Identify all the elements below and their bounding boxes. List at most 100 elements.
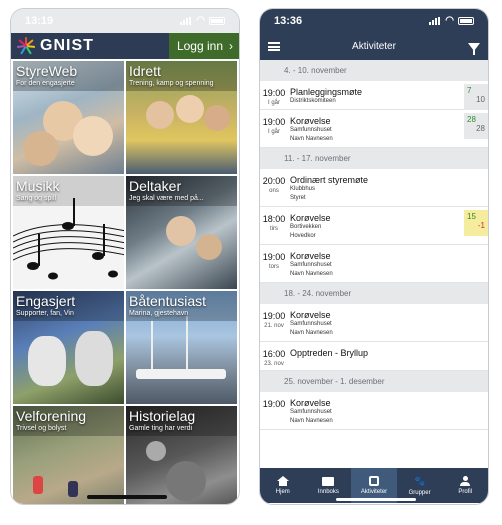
- tile-title: Historielag: [129, 408, 196, 424]
- activity-row[interactable]: 18:00 tirs Korøvelse Bortivekken Hovedkor 15-…: [260, 207, 488, 245]
- tile-title: Idrett: [129, 63, 161, 79]
- activity-detail: Samfunnshuset: [290, 409, 332, 415]
- activity-day: I går: [267, 129, 280, 135]
- tile-subtitle: Supporter, fan, Vin: [16, 310, 74, 317]
- signal-icon: [180, 17, 192, 25]
- tile-subtitle: Marina, gjestehavn: [129, 310, 189, 317]
- tile-title: StyreWeb: [16, 63, 78, 79]
- tile-title: Velforening: [16, 408, 87, 424]
- app-header: GNIST Logg inn ›: [11, 33, 239, 59]
- tab-label: Hjem: [275, 489, 290, 495]
- attendance-badge: 15 -1: [464, 210, 488, 236]
- tile-musikk[interactable]: Musikk Sang og spill: [13, 176, 124, 289]
- activity-day: I går: [267, 100, 280, 106]
- chevron-right-icon: ›: [229, 39, 233, 53]
- brand-name: GNIST: [40, 37, 94, 54]
- activity-body: Korøvelse Bortivekken Hovedkor: [288, 211, 488, 241]
- tile-subtitle: Trivsel og bolyst: [16, 425, 67, 432]
- tab-label: Profil: [458, 489, 472, 495]
- activity-detail: Styret: [290, 195, 306, 201]
- tile-velforening[interactable]: Velforening Trivsel og bolyst: [13, 406, 124, 504]
- activity-detail: Samfunnshuset: [290, 262, 332, 268]
- tile-styreweb[interactable]: StyreWeb For den engasjerte: [13, 61, 124, 174]
- activity-detail: Distriktskomiteen: [290, 98, 336, 104]
- activity-row[interactable]: 16:00 23. nov Opptreden - Bryllup: [260, 342, 488, 371]
- activity-time: 19:00 tors: [260, 249, 288, 279]
- time-value: 20:00: [262, 176, 286, 186]
- activity-detail: Samfunnshuset: [290, 127, 332, 133]
- activity-detail: Navn Navnesen: [290, 271, 333, 277]
- time-value: 19:00: [262, 117, 286, 127]
- activity-name: Opptreden - Bryllup: [290, 348, 369, 358]
- activity-list: 4. - 10. november 19:00 I går Planleggingsm…: [260, 60, 488, 468]
- activity-row[interactable]: 19:00 I går Korøvelse Samfunnshuset Navn Nav…: [260, 110, 488, 148]
- tile-title: Deltaker: [129, 178, 182, 194]
- filter-icon[interactable]: [468, 42, 480, 55]
- activity-row[interactable]: 20:00 ons Ordinært styremøte Klubbhus Styret: [260, 169, 488, 207]
- tab-label: Aktiviteter: [360, 489, 388, 495]
- activity-detail: Navn Navnesen: [290, 330, 333, 336]
- tab-hjem[interactable]: Hjem: [260, 468, 306, 503]
- activity-day: ons: [269, 188, 279, 194]
- activity-day: tirs: [270, 226, 278, 232]
- status-icons: ◠: [429, 16, 474, 26]
- music-notes-image: [13, 198, 124, 280]
- activity-row[interactable]: 19:00 I går Planleggingsmøte Distriktskomit…: [260, 81, 488, 110]
- activity-body: Ordinært styremøte Klubbhus Styret: [288, 173, 488, 203]
- paw-icon: 🐾: [413, 475, 426, 486]
- activity-day: 23. nov: [264, 361, 284, 367]
- home-icon: [276, 476, 289, 486]
- activity-name: Korøvelse: [290, 213, 331, 223]
- tile-batentusiast[interactable]: Båtentusiast Marina, gjestehavn: [126, 291, 237, 404]
- tile-title: Engasjert: [16, 293, 76, 309]
- activity-row[interactable]: 19:00 tors Korøvelse Samfunnshuset Navn Navn…: [260, 245, 488, 283]
- time-value: 19:00: [262, 399, 286, 409]
- gnist-logo: GNIST: [11, 37, 94, 55]
- home-indicator: [336, 498, 416, 501]
- activity-time: 19:00: [260, 396, 288, 426]
- activity-time: 18:00 tirs: [260, 211, 288, 241]
- tab-label: Innboks: [317, 488, 339, 495]
- star-logo-icon: [17, 37, 35, 55]
- tile-subtitle: For den engasjerte: [16, 80, 75, 87]
- tile-subtitle: Gamle ting har verdi: [129, 425, 193, 432]
- status-bar: 13:19 ◠: [11, 9, 239, 33]
- hamburger-menu-icon[interactable]: [268, 42, 280, 51]
- activity-body: Planleggingsmøte Distriktskomiteen: [288, 85, 488, 106]
- attendance-total: 10: [476, 95, 485, 104]
- nav-bar: Aktiviteter: [260, 33, 488, 60]
- activity-name: Ordinært styremøte: [290, 175, 369, 185]
- activity-name: Korøvelse: [290, 398, 331, 408]
- tile-engasjert[interactable]: Engasjert Supporter, fan, Vin: [13, 291, 124, 404]
- time-value: 18:00: [262, 214, 286, 224]
- tile-idrett[interactable]: Idrett Trening, kamp og spenning: [126, 61, 237, 174]
- activity-body: Opptreden - Bryllup: [288, 346, 488, 367]
- attendance-badge: 28 28: [464, 113, 488, 139]
- login-button[interactable]: Logg inn ›: [168, 33, 239, 59]
- category-grid: StyreWeb For den engasjerte Idrett Treni…: [11, 59, 239, 504]
- activity-time: 20:00 ons: [260, 173, 288, 203]
- tile-historielag[interactable]: Historielag Gamle ting har verdi: [126, 406, 237, 504]
- mail-icon: [322, 476, 335, 486]
- activity-name: Korøvelse: [290, 251, 331, 261]
- tile-deltaker[interactable]: Deltaker Jeg skal være med på...: [126, 176, 237, 289]
- activity-detail: Klubbhus: [290, 186, 316, 192]
- tab-profil[interactable]: Profil: [442, 468, 488, 503]
- signal-icon: [429, 17, 441, 25]
- login-label: Logg inn: [176, 39, 223, 53]
- week-header: 11. - 17. november: [260, 148, 488, 169]
- status-icons: ◠: [180, 16, 225, 26]
- activity-detail: Bortivekken: [290, 224, 322, 230]
- activity-name: Korøvelse: [290, 310, 331, 320]
- time-value: 16:00: [262, 349, 286, 359]
- activity-name: Planleggingsmøte: [290, 87, 363, 97]
- attendance-count: 15: [467, 212, 476, 221]
- activity-row[interactable]: 19:00 21. nov Korøvelse Samfunnshuset Navn N…: [260, 304, 488, 342]
- wifi-icon: ◠: [196, 15, 205, 26]
- tile-title: Musikk: [16, 178, 60, 194]
- activity-day: 21. nov: [264, 323, 284, 329]
- attendance-badge: 7 10: [464, 84, 488, 110]
- activity-row[interactable]: 19:00 Korøvelse Samfunnshuset Navn Navnesen: [260, 392, 488, 430]
- activity-body: Korøvelse Samfunnshuset Navn Navnesen: [288, 249, 488, 279]
- page-title: Aktiviteter: [352, 41, 396, 52]
